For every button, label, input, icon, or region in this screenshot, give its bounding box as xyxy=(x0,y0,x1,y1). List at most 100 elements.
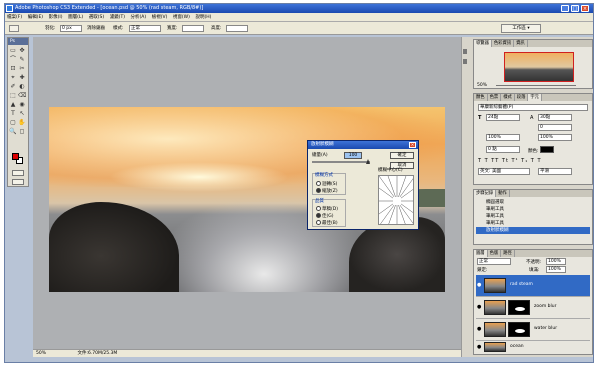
stamp-tool-icon[interactable]: ✐ xyxy=(9,83,17,91)
move-tool-icon[interactable]: ✥ xyxy=(18,47,26,55)
layer-row-water-blur[interactable]: ● water blur xyxy=(476,319,590,341)
blend-mode-select[interactable]: 正常 xyxy=(477,258,511,265)
menu-window[interactable]: 視窗(W) xyxy=(171,13,192,21)
navigator-zoom[interactable]: 50% xyxy=(477,83,487,88)
tab-styles[interactable]: 樣式 xyxy=(501,94,515,101)
visibility-eye-icon[interactable]: ● xyxy=(477,282,481,288)
leading-field[interactable]: 30點 xyxy=(538,114,572,121)
lasso-tool-icon[interactable]: ⌒ xyxy=(9,56,17,64)
tab-info[interactable]: 資訊 xyxy=(514,40,528,47)
magic-wand-tool-icon[interactable]: ✎ xyxy=(18,56,26,64)
draft-radio[interactable]: 草稿(D) xyxy=(316,206,338,213)
font-size-field[interactable]: 24點 xyxy=(486,114,520,121)
healing-tool-icon[interactable]: ⌖ xyxy=(9,74,17,82)
antialias-select[interactable]: 平滑 xyxy=(538,168,572,175)
menu-help[interactable]: 說明(H) xyxy=(193,13,213,21)
maximize-button[interactable]: □ xyxy=(571,5,579,12)
crop-tool-icon[interactable]: ⊡ xyxy=(9,65,17,73)
menu-select[interactable]: 選取(S) xyxy=(87,13,106,21)
tab-layers[interactable]: 圖層 xyxy=(474,250,488,257)
font-family-select[interactable]: 華康新綜藝體(P) xyxy=(478,104,588,111)
amount-field[interactable]: 100 xyxy=(344,152,362,159)
tab-paths[interactable]: 路徑 xyxy=(501,250,515,257)
screen-mode-icon[interactable] xyxy=(12,179,24,185)
layer-row-ocean[interactable]: ● ocean xyxy=(476,341,590,354)
dialog-close-button[interactable]: × xyxy=(409,142,416,148)
navigator-thumbnail[interactable] xyxy=(504,52,574,82)
slice-tool-icon[interactable]: ✂ xyxy=(18,65,26,73)
fill-field[interactable]: 100% xyxy=(546,266,566,273)
tab-channels[interactable]: 色版 xyxy=(488,250,502,257)
good-radio[interactable]: 佳(G) xyxy=(316,213,334,220)
feather-field[interactable]: 0 px xyxy=(60,25,82,32)
horizontal-scale-field[interactable]: 100% xyxy=(538,134,572,141)
history-step[interactable]: 筆刷工具 xyxy=(476,220,590,227)
visibility-eye-icon[interactable]: ● xyxy=(477,326,481,332)
opacity-field[interactable]: 100% xyxy=(546,258,566,265)
tab-history[interactable]: 步驟記錄 xyxy=(474,190,497,197)
gradient-tool-icon[interactable]: ⌫ xyxy=(18,92,26,100)
hand-tool-icon[interactable]: ✋ xyxy=(18,119,26,127)
language-select[interactable]: 英文: 美國 xyxy=(478,168,530,175)
tab-histogram[interactable]: 色彩資訊 xyxy=(492,40,515,47)
ok-button[interactable]: 確定 xyxy=(390,152,414,159)
layer-mask-thumbnail[interactable] xyxy=(508,300,530,315)
zoom-level[interactable]: 50% xyxy=(36,351,46,356)
dodge-tool-icon[interactable]: ◉ xyxy=(18,101,26,109)
quick-mask-icon[interactable] xyxy=(12,170,24,176)
path-select-tool-icon[interactable]: ↖ xyxy=(18,110,26,118)
baseline-field[interactable]: 0 點 xyxy=(486,146,520,153)
workspace-button[interactable]: 工作區 ▾ xyxy=(501,24,541,33)
menu-file[interactable]: 檔案(F) xyxy=(5,13,24,21)
vertical-scale-field[interactable]: 100% xyxy=(486,134,520,141)
best-radio[interactable]: 最佳(B) xyxy=(316,220,338,227)
visibility-eye-icon[interactable]: ● xyxy=(477,344,481,350)
amount-slider-track[interactable] xyxy=(312,161,370,163)
layer-row-rad-steam[interactable]: ● rad steam xyxy=(476,275,590,297)
zoom-radio[interactable]: 縮放(Z) xyxy=(316,188,338,195)
close-button[interactable]: × xyxy=(581,5,589,12)
tab-actions[interactable]: 動作 xyxy=(496,190,510,197)
width-field[interactable] xyxy=(182,25,204,32)
style-select[interactable]: 正常 xyxy=(129,25,161,32)
layer-mask-thumbnail[interactable] xyxy=(508,322,530,337)
antialias-checkbox[interactable]: 消除鋸齒 xyxy=(87,22,105,35)
menu-analysis[interactable]: 分析(A) xyxy=(129,13,149,21)
tab-color[interactable]: 顏色 xyxy=(474,94,488,101)
type-tool-icon[interactable]: T xyxy=(9,110,17,118)
history-brush-tool-icon[interactable]: ◐ xyxy=(18,83,26,91)
history-step-selected[interactable]: 放射狀模糊 xyxy=(476,227,590,234)
tab-navigator[interactable]: 導覽器 xyxy=(474,40,492,47)
navigator-zoom-slider[interactable] xyxy=(496,85,576,86)
menu-edit[interactable]: 編輯(E) xyxy=(26,13,45,21)
marquee-tool-preset-icon[interactable] xyxy=(9,25,19,32)
notes-tool-icon[interactable]: ◻ xyxy=(18,128,26,136)
spin-radio[interactable]: 迴轉(S) xyxy=(316,181,337,188)
menu-filter[interactable]: 濾鏡(T) xyxy=(108,13,127,21)
document-canvas-area[interactable]: 放射狀模糊 × 總量(A) 100 確定 取消 模糊方式 迴轉(S) 縮放(Z)… xyxy=(33,37,461,357)
minimize-button[interactable]: _ xyxy=(561,5,569,12)
history-step[interactable]: 橢圓選取 xyxy=(476,199,590,206)
tab-paragraph[interactable]: 段落 xyxy=(515,94,529,101)
brush-tool-icon[interactable]: ✚ xyxy=(18,74,26,82)
shape-tool-icon[interactable]: ▢ xyxy=(9,119,17,127)
blur-center-preview[interactable] xyxy=(378,175,414,225)
foreground-color-swatch[interactable] xyxy=(12,153,19,160)
blur-tool-icon[interactable]: ▲ xyxy=(9,101,17,109)
history-step[interactable]: 筆刷工具 xyxy=(476,213,590,220)
visibility-eye-icon[interactable]: ● xyxy=(477,304,481,310)
tab-character[interactable]: 字元 xyxy=(528,94,542,101)
layer-row-zoom-blur[interactable]: ● zoom blur xyxy=(476,297,590,319)
menu-layer[interactable]: 圖層(L) xyxy=(66,13,85,21)
marquee-tool-icon[interactable]: ▭ xyxy=(9,47,17,55)
text-style-buttons[interactable]: T T TT Tt T¹ T₁ T T xyxy=(478,158,542,164)
zoom-tool-icon[interactable]: 🔍 xyxy=(9,128,17,136)
tab-swatches[interactable]: 色票 xyxy=(488,94,502,101)
height-field[interactable] xyxy=(226,25,248,32)
menu-image[interactable]: 影像(I) xyxy=(47,13,65,21)
tracking-field[interactable]: 0 xyxy=(538,124,572,131)
menu-view[interactable]: 檢視(V) xyxy=(150,13,170,21)
eraser-tool-icon[interactable]: ⬚ xyxy=(9,92,17,100)
text-color-swatch[interactable] xyxy=(540,146,554,153)
history-step[interactable]: 筆刷工具 xyxy=(476,206,590,213)
